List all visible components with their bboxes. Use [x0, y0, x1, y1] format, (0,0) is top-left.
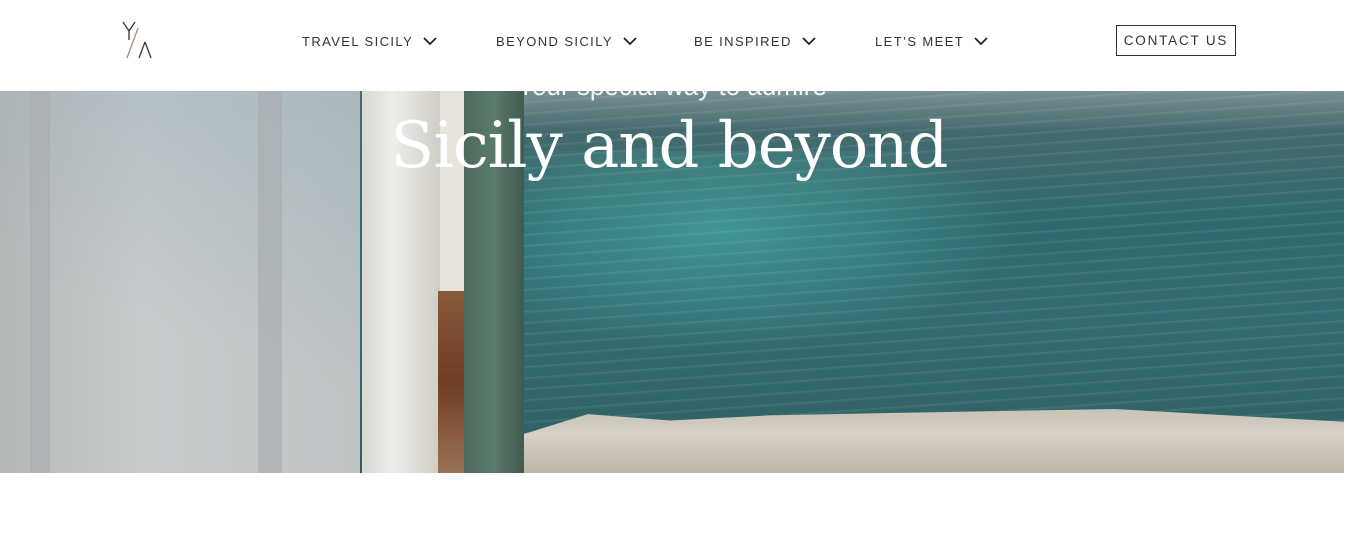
- logo[interactable]: [120, 18, 156, 62]
- hero-image-rock: [522, 409, 1344, 473]
- contact-us-button[interactable]: CONTACT US: [1116, 25, 1236, 56]
- chevron-down-icon: [974, 37, 988, 46]
- chevron-down-icon: [623, 37, 637, 46]
- hero-banner: Your special way to admire Sicily and be…: [0, 91, 1344, 473]
- hero-title: Sicily and beyond: [390, 109, 949, 183]
- nav-lets-meet[interactable]: LET’S MEET: [875, 31, 988, 51]
- logo-icon: [122, 21, 152, 59]
- nav-beyond-sicily[interactable]: BEYOND SICILY: [496, 31, 637, 51]
- nav-label: TRAVEL SICILY: [302, 33, 414, 49]
- chevron-down-icon: [802, 37, 816, 46]
- nav-label: BEYOND SICILY: [496, 33, 613, 49]
- nav-label: BE INSPIRED: [694, 33, 792, 49]
- hero-image-door-rust: [438, 291, 464, 473]
- nav-be-inspired[interactable]: BE INSPIRED: [694, 31, 816, 51]
- hero-subtitle: Your special way to admire: [0, 91, 1344, 102]
- nav-label: LET’S MEET: [875, 33, 965, 49]
- nav-travel-sicily[interactable]: TRAVEL SICILY: [302, 31, 437, 51]
- chevron-down-icon: [423, 37, 437, 46]
- site-header: TRAVEL SICILY BEYOND SICILY BE INSPIRED …: [0, 0, 1348, 91]
